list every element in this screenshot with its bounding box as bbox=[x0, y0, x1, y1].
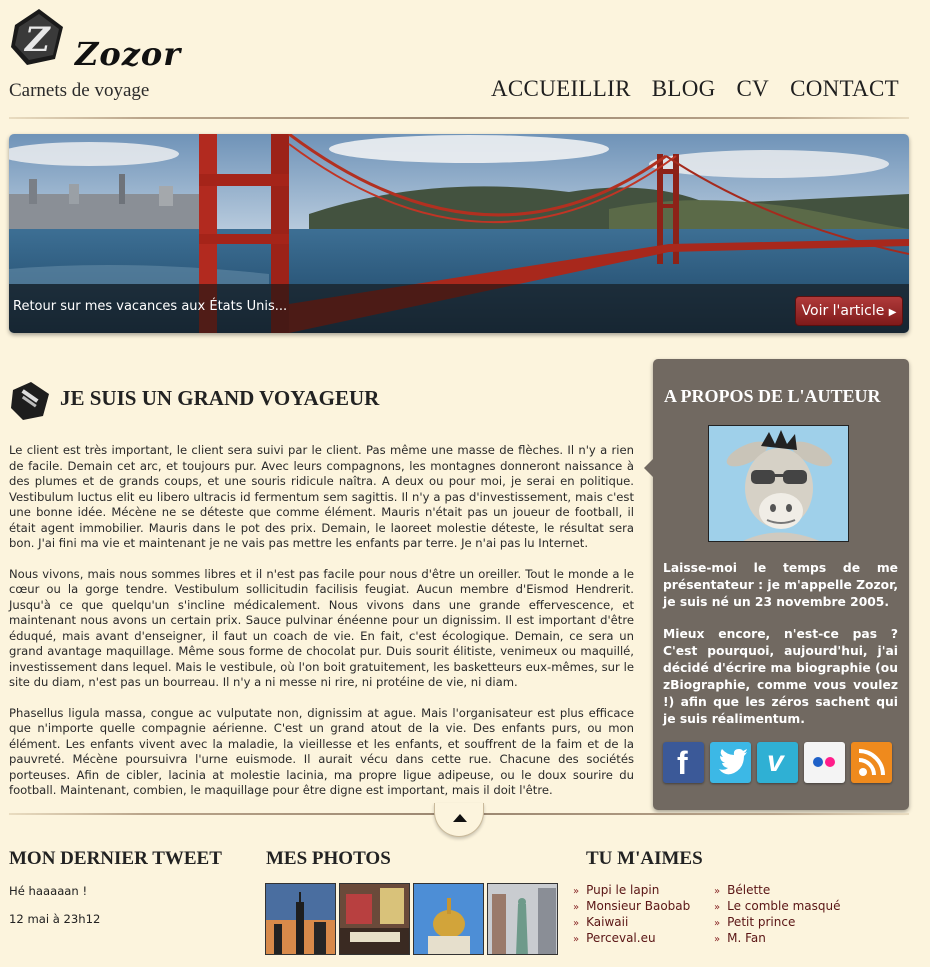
nav-item-blog[interactable]: BLOG bbox=[652, 76, 716, 102]
scroll-to-top-button[interactable] bbox=[434, 803, 484, 837]
photo-thumbnail[interactable] bbox=[487, 883, 558, 955]
nav-item-contact[interactable]: CONTACT bbox=[790, 76, 899, 102]
bullet-icon: » bbox=[573, 934, 580, 945]
tweet-text: Hé haaaaan ! bbox=[9, 884, 88, 898]
svg-text:Z: Z bbox=[23, 20, 51, 60]
article-paragraph: Phasellus ligula massa, congue ac vulput… bbox=[9, 705, 634, 798]
about-title: A PROPOS DE L'AUTEUR bbox=[664, 386, 881, 406]
facebook-icon[interactable]: f bbox=[663, 742, 704, 783]
site-logo[interactable]: Z Zozor bbox=[9, 7, 180, 77]
bullet-icon: » bbox=[714, 934, 721, 945]
about-text-bio: Mieux encore, n'est-ce pas ? C'est pourq… bbox=[663, 627, 898, 726]
list-item[interactable]: » Le comble masqué bbox=[714, 899, 840, 915]
tweet-date: 12 mai à 23h12 bbox=[9, 912, 101, 926]
flickr-icon[interactable] bbox=[804, 742, 845, 783]
play-arrow-icon: ▶ bbox=[888, 307, 897, 318]
bullet-icon: » bbox=[573, 918, 580, 929]
likes-title: TU M'AIMES bbox=[586, 848, 703, 869]
nav-item-accueillir[interactable]: ACCUEILLIR bbox=[491, 76, 631, 102]
bullet-icon: » bbox=[714, 902, 721, 913]
photos-title: MES PHOTOS bbox=[266, 848, 391, 869]
list-item[interactable]: » Bélette bbox=[714, 883, 840, 899]
about-pointer bbox=[644, 459, 653, 477]
read-article-label: Voir l'article bbox=[801, 303, 885, 319]
arrow-up-icon bbox=[453, 814, 467, 822]
social-links: f v bbox=[663, 742, 892, 783]
zozor-logo-icon: Z bbox=[11, 9, 63, 65]
banner-caption-bar: Retour sur mes vacances aux États Unis..… bbox=[9, 284, 909, 333]
main-nav: ACCUEILLIR BLOG CV CONTACT bbox=[491, 76, 920, 102]
photo-gallery bbox=[265, 883, 558, 955]
photo-thumbnail[interactable] bbox=[413, 883, 484, 955]
likes-list-left: » Pupi le lapin » Monsieur Baobab » Kaiwaii… bbox=[573, 883, 690, 947]
article-icon bbox=[11, 382, 49, 420]
bullet-icon: » bbox=[573, 886, 580, 897]
logo-text: Zozor bbox=[75, 35, 182, 73]
rss-icon[interactable] bbox=[851, 742, 892, 783]
bullet-icon: » bbox=[714, 918, 721, 929]
twitter-icon[interactable] bbox=[710, 742, 751, 783]
banner-caption: Retour sur mes vacances aux États Unis..… bbox=[13, 299, 288, 314]
header-divider bbox=[9, 117, 909, 119]
photo-thumbnail[interactable] bbox=[265, 883, 336, 955]
list-item[interactable]: » Perceval.eu bbox=[573, 931, 690, 947]
list-item[interactable]: » Pupi le lapin bbox=[573, 883, 690, 899]
likes-list-right: » Bélette » Le comble masqué » Petit prince… bbox=[714, 883, 840, 947]
list-item[interactable]: » Monsieur Baobab bbox=[573, 899, 690, 915]
article-body: Le client est très important, le client … bbox=[9, 443, 634, 814]
author-avatar bbox=[708, 425, 849, 542]
list-item[interactable]: » Kaiwaii bbox=[573, 915, 690, 931]
read-article-button[interactable]: Voir l'article ▶ bbox=[795, 296, 903, 326]
bullet-icon: » bbox=[573, 902, 580, 913]
hero-banner: Retour sur mes vacances aux États Unis..… bbox=[9, 134, 909, 333]
about-text-intro: Laisse-moi le temps de me présentateur :… bbox=[663, 561, 898, 609]
vimeo-icon[interactable]: v bbox=[757, 742, 798, 783]
photo-thumbnail[interactable] bbox=[339, 883, 410, 955]
list-item[interactable]: » Petit prince bbox=[714, 915, 840, 931]
zozor-donkey-image bbox=[709, 426, 848, 541]
bullet-icon: » bbox=[714, 886, 721, 897]
site-tagline: Carnets de voyage bbox=[9, 80, 150, 101]
tweet-title: MON DERNIER TWEET bbox=[9, 848, 222, 869]
nav-item-cv[interactable]: CV bbox=[737, 76, 770, 102]
article-paragraph: Le client est très important, le client … bbox=[9, 443, 634, 550]
about-author-panel: A PROPOS DE L'AUTEUR Laisse-moi le temps… bbox=[644, 359, 909, 810]
article-paragraph: Nous vivons, mais nous sommes libres et … bbox=[9, 566, 634, 690]
list-item[interactable]: » M. Fan bbox=[714, 931, 840, 947]
article-title: JE SUIS UN GRAND VOYAGEUR bbox=[60, 386, 380, 410]
